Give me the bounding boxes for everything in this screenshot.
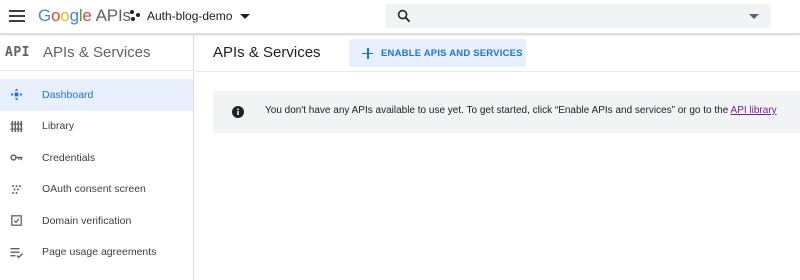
top-bar: Google APIs Auth-blog-demo bbox=[0, 0, 800, 34]
plus-icon bbox=[362, 47, 373, 59]
project-icon bbox=[130, 10, 142, 22]
agreements-icon bbox=[10, 246, 23, 259]
consent-icon bbox=[10, 183, 23, 196]
project-selector[interactable]: Auth-blog-demo bbox=[130, 6, 251, 26]
chevron-down-icon bbox=[240, 13, 251, 19]
sidebar-nav: Dashboard Library Credentials OAuth cons… bbox=[0, 71, 193, 268]
sidebar-item-oauth-consent[interactable]: OAuth consent screen bbox=[0, 174, 193, 206]
sidebar-title: APIs & Services bbox=[42, 44, 151, 61]
info-icon bbox=[232, 106, 244, 118]
api-badge: API bbox=[5, 45, 30, 60]
sidebar-item-library[interactable]: Library bbox=[0, 111, 193, 143]
project-name: Auth-blog-demo bbox=[147, 9, 233, 23]
sidebar-header: API APIs & Services bbox=[0, 35, 193, 71]
main-content: APIs & Services ENABLE APIS AND SERVICES… bbox=[195, 35, 800, 280]
info-banner: You don't have any APIs available to use… bbox=[213, 91, 800, 133]
sidebar-item-label: Dashboard bbox=[42, 88, 94, 101]
info-banner-text: You don't have any APIs available to use… bbox=[265, 105, 777, 116]
domain-icon bbox=[10, 214, 23, 227]
sidebar-item-label: Domain verification bbox=[42, 214, 132, 227]
search-icon bbox=[397, 9, 411, 23]
sidebar-item-domain-verification[interactable]: Domain verification bbox=[0, 205, 193, 237]
page-title: APIs & Services bbox=[213, 44, 321, 61]
sidebar-item-label: Credentials bbox=[42, 151, 96, 164]
enable-apis-button[interactable]: ENABLE APIS AND SERVICES bbox=[349, 39, 526, 67]
api-library-link[interactable]: API library bbox=[731, 105, 777, 116]
search-input[interactable] bbox=[419, 6, 739, 26]
search-dropdown-icon[interactable] bbox=[749, 14, 759, 19]
sidebar-item-label: Page usage agreements bbox=[42, 246, 157, 259]
library-icon bbox=[10, 120, 23, 133]
search-box[interactable] bbox=[385, 4, 771, 28]
sidebar-item-label: Library bbox=[42, 120, 75, 133]
google-apis-logo[interactable]: Google APIs bbox=[38, 6, 131, 26]
sidebar-item-label: OAuth consent screen bbox=[42, 183, 146, 196]
sidebar-item-dashboard[interactable]: Dashboard bbox=[0, 79, 193, 111]
sidebar: API APIs & Services Dashboard Library Cr… bbox=[0, 35, 194, 280]
sidebar-item-page-usage[interactable]: Page usage agreements bbox=[0, 237, 193, 269]
dashboard-icon bbox=[10, 88, 23, 101]
key-icon bbox=[10, 151, 23, 164]
main-header: APIs & Services ENABLE APIS AND SERVICES bbox=[195, 35, 800, 72]
menu-icon[interactable] bbox=[9, 10, 25, 22]
sidebar-item-credentials[interactable]: Credentials bbox=[0, 142, 193, 174]
enable-apis-label: ENABLE APIS AND SERVICES bbox=[381, 47, 523, 59]
